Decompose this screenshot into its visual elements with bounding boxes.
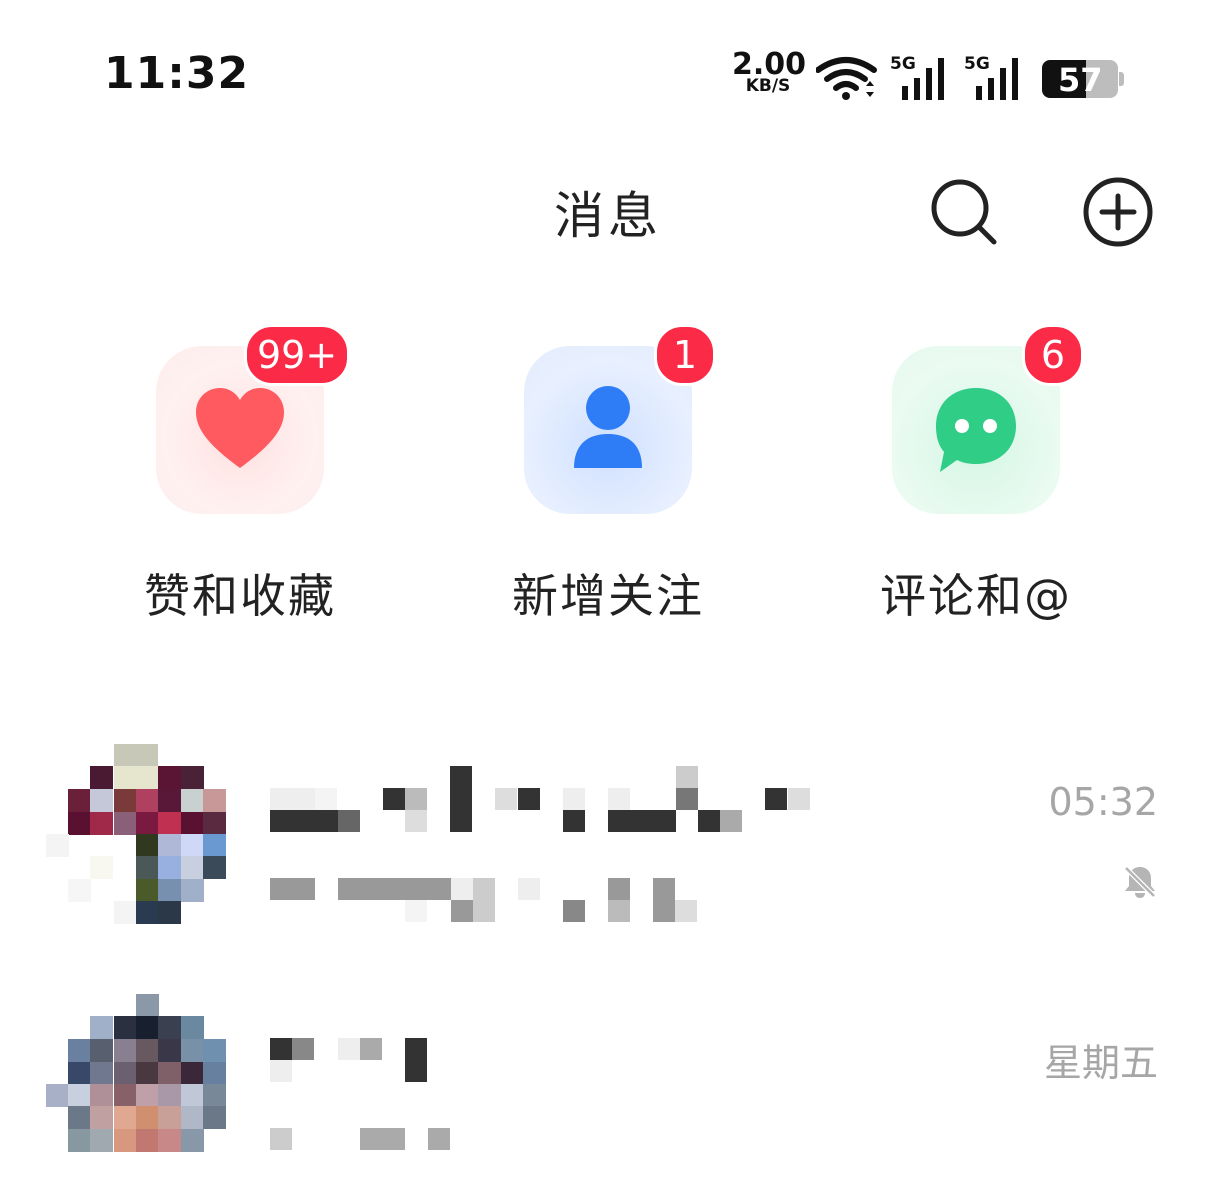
followers-label: 新增关注 xyxy=(512,569,704,623)
page-title: 消息 xyxy=(554,187,662,245)
likes-and-collections-entry[interactable]: 99+ 赞和收藏 xyxy=(110,324,370,626)
comments-label: 评论和@ xyxy=(880,569,1072,623)
battery-icon: 57 xyxy=(1042,60,1124,99)
cell-signal-2-icon: 5G xyxy=(964,54,1028,106)
search-button[interactable] xyxy=(928,176,1000,248)
sim2-label: 5G xyxy=(964,54,990,74)
message-preview-redacted xyxy=(270,878,710,924)
conversation-item[interactable]: 05:32 xyxy=(0,744,1216,944)
wifi-icon xyxy=(815,56,878,106)
add-button[interactable] xyxy=(1082,176,1154,248)
message-preview-redacted xyxy=(270,1128,470,1154)
chat-bubble-icon xyxy=(936,388,1016,472)
contact-name-redacted xyxy=(270,766,830,834)
conversation-time: 05:32 xyxy=(1048,780,1158,824)
conversation-item[interactable]: 星期五 xyxy=(0,994,1216,1194)
likes-label: 赞和收藏 xyxy=(144,569,336,623)
heart-icon xyxy=(196,388,284,468)
conversation-time: 星期五 xyxy=(1043,1041,1158,1085)
person-icon xyxy=(574,386,642,468)
new-followers-entry[interactable]: 1 新增关注 xyxy=(478,324,738,626)
status-icons: 2.00 KB/S 5G 5G 57 xyxy=(732,50,1132,106)
search-icon xyxy=(931,179,997,245)
likes-badge: 99+ xyxy=(244,324,351,386)
avatar xyxy=(46,994,226,1174)
sim1-label: 5G xyxy=(890,54,916,74)
contact-name-redacted xyxy=(270,1038,440,1084)
followers-badge: 1 xyxy=(654,324,716,386)
avatar xyxy=(46,744,226,924)
battery-level: 57 xyxy=(1058,61,1103,99)
comments-badge: 6 xyxy=(1022,324,1084,386)
mute-bell-icon xyxy=(1124,866,1156,898)
comments-and-mentions-entry[interactable]: 6 评论和@ xyxy=(846,324,1106,626)
status-time: 11:32 xyxy=(104,48,250,99)
network-speed: 2.00 KB/S xyxy=(732,50,806,95)
add-circle-icon xyxy=(1083,177,1153,247)
cell-signal-1-icon: 5G xyxy=(890,54,954,106)
